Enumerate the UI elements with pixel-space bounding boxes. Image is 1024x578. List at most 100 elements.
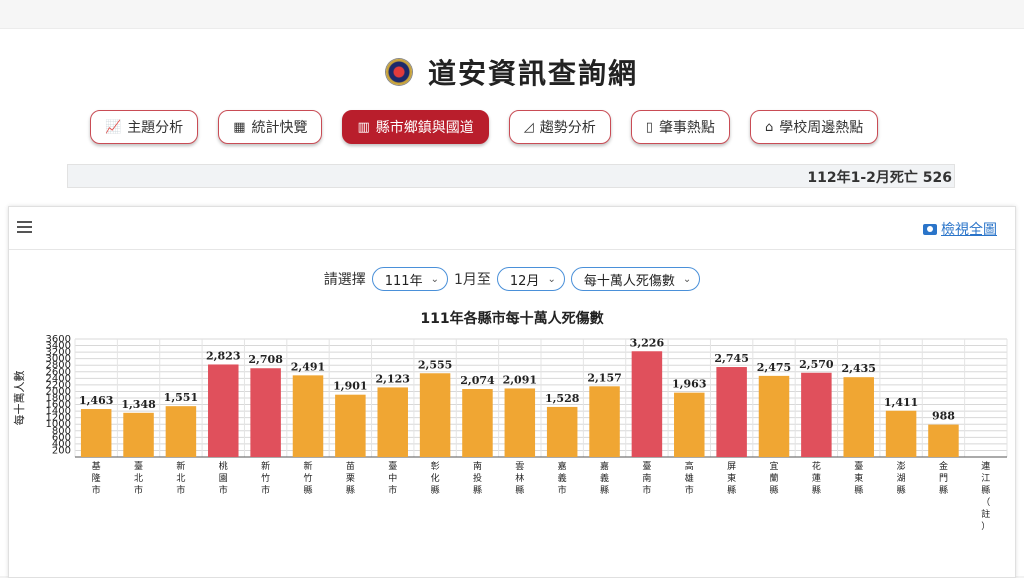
- data-label: 1,411: [884, 396, 918, 409]
- chevron-down-icon: ⌄: [682, 273, 692, 285]
- chart-title: 111年各縣市每十萬人死傷數: [420, 310, 603, 327]
- data-label: 2,435: [842, 362, 876, 375]
- nav-button-topic-analysis[interactable]: 📈 主題分析: [90, 110, 199, 144]
- year-select-value: 111年: [384, 273, 423, 289]
- x-tick-label: 雲林縣: [515, 461, 524, 496]
- x-tick-label: 新竹縣: [303, 460, 312, 496]
- x-tick-label: 嘉義市: [558, 460, 567, 496]
- view-full-chart-link[interactable]: 檢視全圖: [923, 219, 997, 239]
- bar: [250, 368, 281, 457]
- nav-button-county-township[interactable]: ▥ 縣市鄉鎮與國道: [342, 110, 489, 144]
- metric-select-value: 每十萬人死傷數: [583, 273, 675, 289]
- data-label: 1,463: [79, 394, 113, 407]
- line-chart-icon: 📈: [105, 119, 122, 135]
- bar: [419, 373, 451, 457]
- month-select[interactable]: 12月 ⌄: [496, 267, 565, 291]
- hamburger-menu-icon[interactable]: [17, 221, 32, 233]
- x-tick-label: 臺東縣: [854, 460, 863, 496]
- data-label: 2,157: [587, 371, 621, 384]
- browser-top-band: [0, 0, 1024, 29]
- site-header: 道安資訊查詢網: [0, 50, 1024, 94]
- table-icon: ▦: [233, 119, 246, 135]
- bar: [631, 351, 663, 457]
- bar: [885, 410, 917, 457]
- x-tick-label: 花蓮縣: [812, 460, 821, 496]
- nav-button-accident-hotspots[interactable]: ▯ 肇事熱點: [630, 110, 730, 144]
- data-label: 1,901: [333, 380, 367, 393]
- area-chart-icon: ◿: [523, 119, 534, 135]
- data-label: 2,123: [376, 372, 410, 385]
- month-select-value: 12月: [509, 273, 540, 289]
- x-tick-label: 基隆市: [92, 460, 101, 496]
- camera-icon: [923, 223, 937, 235]
- x-tick-label: 澎湖縣: [897, 460, 906, 496]
- data-label: 2,475: [757, 361, 791, 374]
- nav-label: 主題分析: [127, 120, 184, 136]
- bar: [801, 372, 832, 457]
- data-label: 988: [932, 410, 955, 423]
- x-tick-label: 臺北市: [134, 460, 143, 496]
- data-label: 1,528: [545, 392, 580, 405]
- data-label: 2,823: [206, 349, 240, 362]
- data-label: 2,745: [714, 352, 748, 365]
- data-label: 2,491: [291, 360, 325, 373]
- bar: [80, 409, 112, 457]
- news-ticker: 112年1-2月死亡 526: [67, 164, 955, 188]
- nav-label: 學校周邊熱點: [779, 120, 864, 136]
- data-label: 2,074: [460, 374, 495, 387]
- y-tick-label: 3600: [46, 334, 71, 345]
- site-title: 道安資訊查詢網: [427, 57, 638, 90]
- bar: [123, 412, 154, 457]
- bar: [292, 375, 324, 457]
- x-tick-label: 新竹市: [261, 460, 270, 496]
- x-tick-label: 桃園市: [219, 460, 228, 496]
- x-tick-label: 臺南市: [642, 460, 651, 496]
- x-tick-label: 高雄市: [685, 460, 694, 496]
- x-tick-label: 宜蘭縣: [769, 460, 778, 496]
- nav-label: 統計快覽: [251, 120, 308, 136]
- site-logo-icon[interactable]: [385, 59, 412, 85]
- nav-label: 趨勢分析: [539, 120, 596, 136]
- map-icon: ▯: [645, 119, 653, 135]
- x-tick-label: 連江縣（註）: [981, 460, 990, 532]
- data-label: 1,963: [672, 378, 706, 391]
- metric-select[interactable]: 每十萬人死傷數 ⌄: [570, 267, 701, 291]
- x-tick-label: 苗栗縣: [346, 461, 355, 496]
- nav-button-stats-overview[interactable]: ▦ 統計快覽: [218, 110, 323, 144]
- data-label: 3,226: [630, 336, 665, 349]
- bar: [335, 394, 366, 457]
- bar: [462, 389, 493, 457]
- bar-chart-icon: ▥: [357, 119, 370, 135]
- bar: [843, 377, 874, 457]
- x-tick-label: 嘉義縣: [600, 460, 609, 496]
- bar: [208, 364, 239, 457]
- x-tick-label: 彰化縣: [431, 460, 440, 496]
- chart-card: 檢視全圖 請選擇 111年 ⌄ 1月至 12月 ⌄ 每十萬人死傷數 ⌄ 111年…: [8, 206, 1016, 578]
- school-icon: ⌂: [764, 119, 774, 135]
- data-label: 2,708: [248, 353, 283, 366]
- bar: [377, 387, 408, 457]
- bar: [165, 406, 197, 457]
- data-label: 2,570: [799, 358, 834, 371]
- bar-chart: 111年各縣市每十萬人死傷數20040060080010001200140016…: [12, 310, 1008, 532]
- x-tick-label: 新北市: [176, 460, 185, 496]
- bar: [504, 388, 536, 457]
- data-label: 2,555: [418, 358, 452, 371]
- bar: [716, 367, 747, 457]
- ticker-text: 112年1-2月死亡 526: [807, 170, 952, 186]
- bar: [758, 375, 790, 457]
- card-header: 檢視全圖: [9, 207, 1015, 250]
- data-label: 1,551: [164, 391, 198, 404]
- nav-button-school-hotspots[interactable]: ⌂ 學校周邊熱點: [749, 110, 879, 144]
- chevron-down-icon: ⌄: [430, 273, 439, 285]
- view-full-label: 檢視全圖: [941, 222, 997, 238]
- filter-mid-text: 1月至: [453, 272, 491, 288]
- chevron-down-icon: ⌄: [547, 273, 556, 285]
- page: 道安資訊查詢網 📈 主題分析 ▦ 統計快覽 ▥ 縣市鄉鎮與國道 ◿ 趨勢分析 ▯…: [0, 0, 1024, 578]
- x-tick-label: 屏東縣: [727, 461, 736, 496]
- x-tick-label: 臺中市: [388, 460, 397, 496]
- nav-button-trend-analysis[interactable]: ◿ 趨勢分析: [508, 110, 611, 144]
- filter-bar: 請選擇 111年 ⌄ 1月至 12月 ⌄ 每十萬人死傷數 ⌄: [9, 267, 1015, 291]
- y-axis-label: 每十萬人數: [12, 371, 26, 426]
- year-select[interactable]: 111年 ⌄: [371, 267, 448, 291]
